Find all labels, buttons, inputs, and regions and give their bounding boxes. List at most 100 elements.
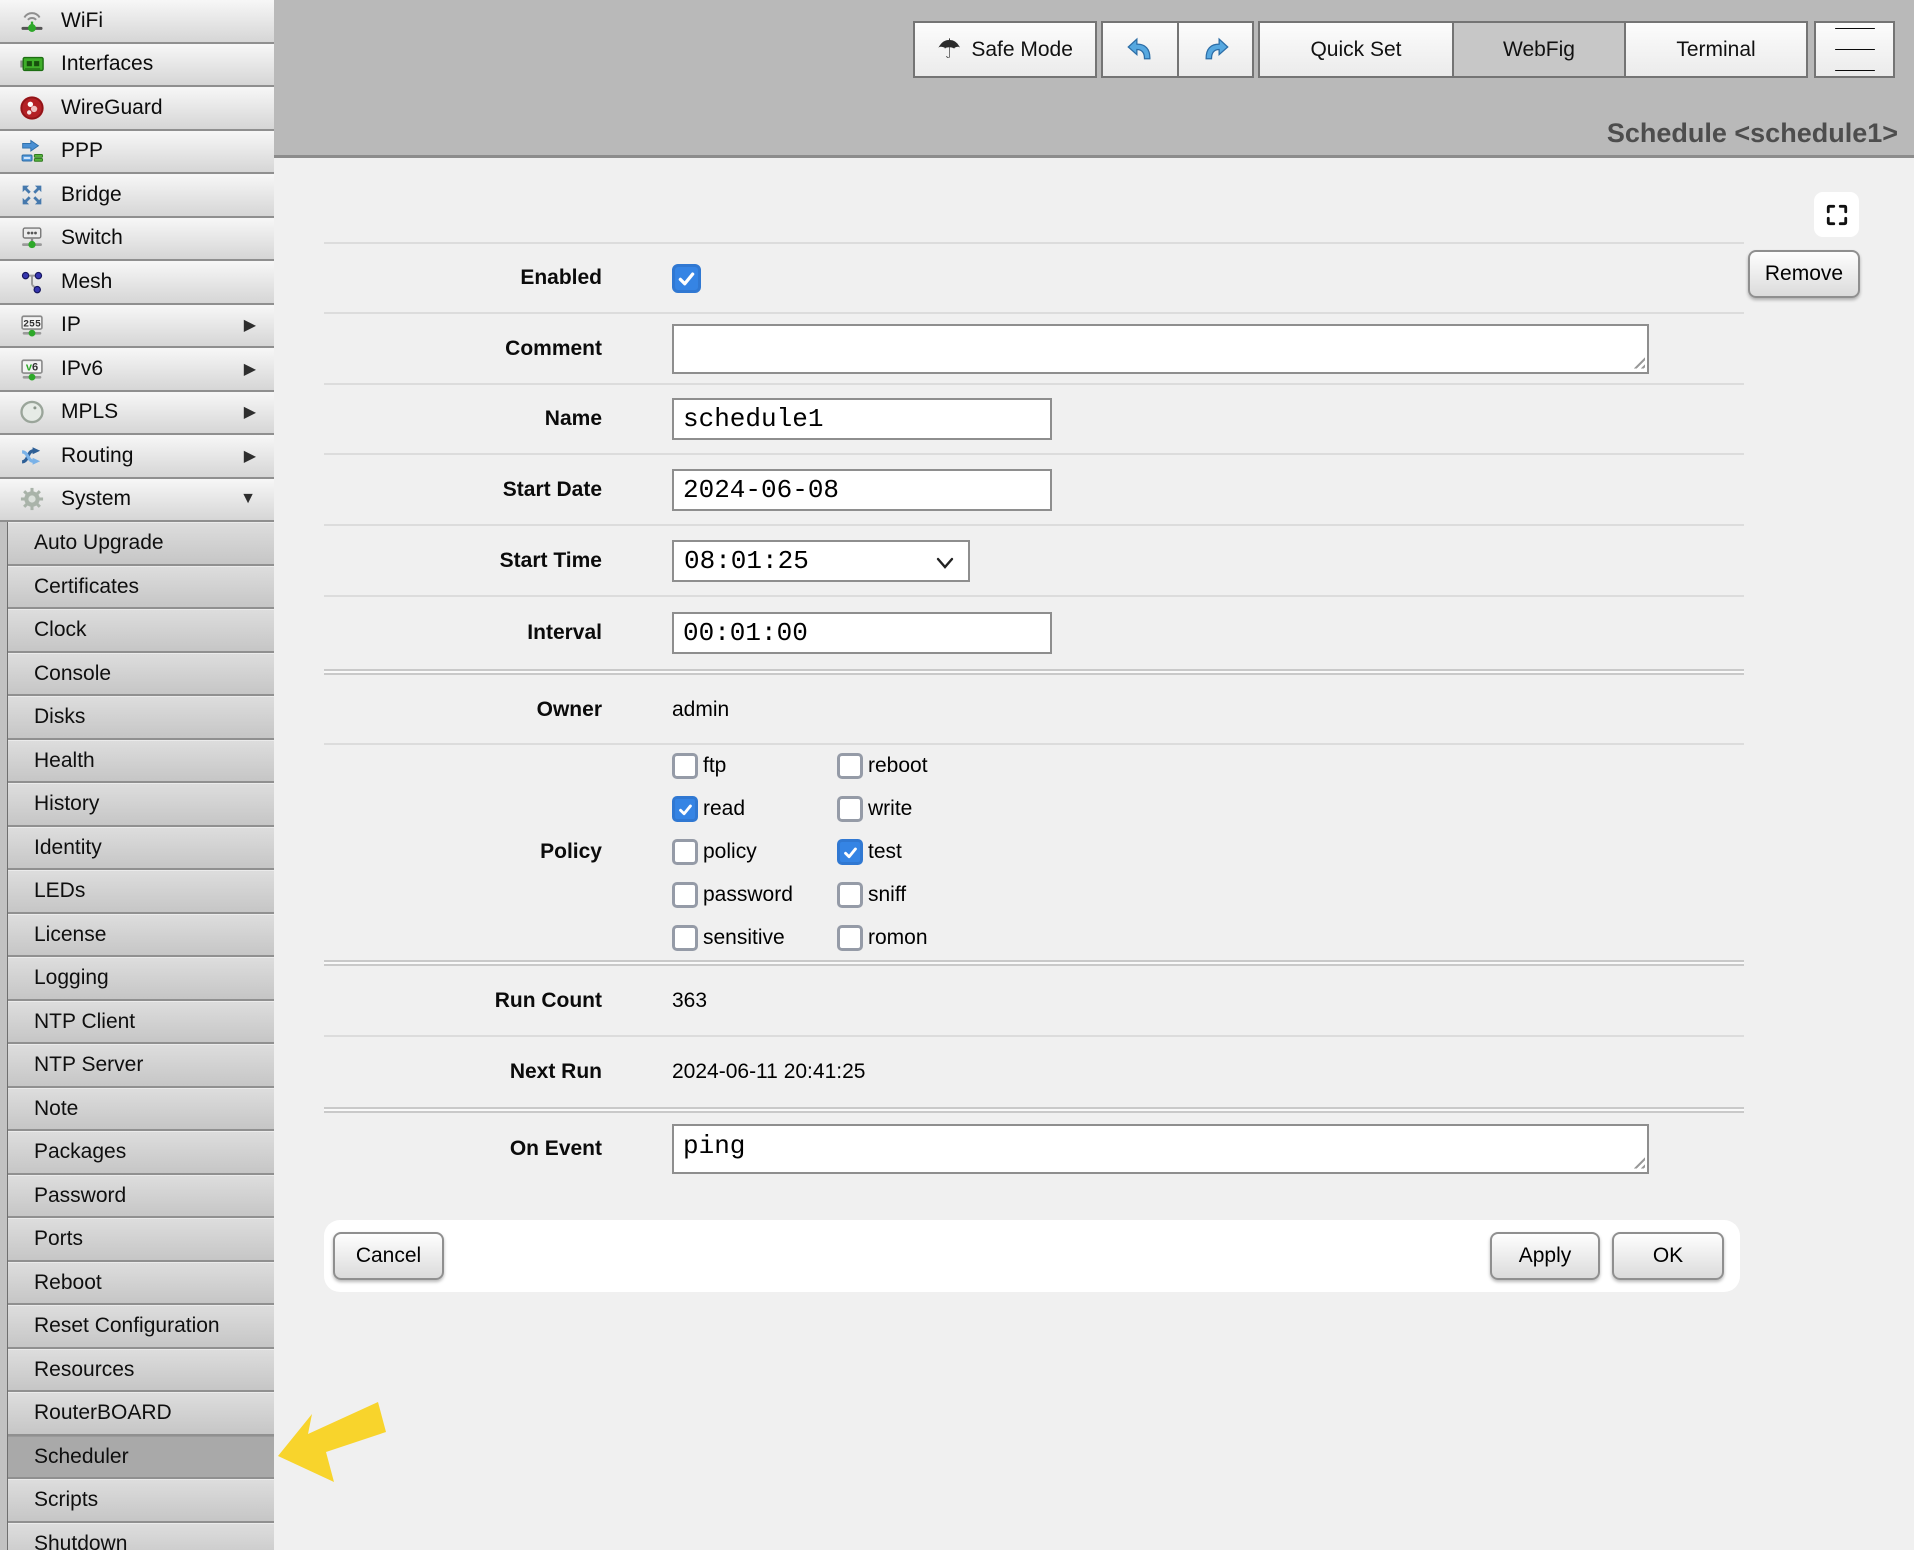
sidebar-item-system[interactable]: System ▼ (0, 479, 274, 523)
section-separator (324, 669, 1744, 675)
policy-romon[interactable]: romon (837, 925, 928, 951)
romon-checkbox[interactable] (837, 925, 863, 951)
sidebar-item-logging[interactable]: Logging (8, 957, 274, 1001)
name-input[interactable] (672, 398, 1052, 440)
sniff-checkbox[interactable] (837, 882, 863, 908)
tab-quick-set[interactable]: Quick Set (1258, 21, 1454, 78)
policy-password[interactable]: password (672, 882, 837, 908)
test-checkbox[interactable] (837, 839, 863, 865)
wifi-icon (16, 5, 48, 37)
write-checkbox[interactable] (837, 796, 863, 822)
name-label: Name (324, 407, 602, 431)
page-title: Schedule <schedule1> (1607, 118, 1898, 149)
sidebar-item-reset-configuration[interactable]: Reset Configuration (8, 1305, 274, 1349)
ip-icon: 255 (16, 309, 48, 341)
section-separator (324, 960, 1744, 966)
owner-value: admin (672, 698, 729, 722)
enabled-checkbox[interactable] (672, 264, 701, 293)
sidebar-item-password[interactable]: Password (8, 1175, 274, 1219)
apply-button[interactable]: Apply (1490, 1232, 1600, 1280)
sidebar-item-identity[interactable]: Identity (8, 827, 274, 871)
sidebar-item-bridge[interactable]: Bridge (0, 174, 274, 218)
remove-button[interactable]: Remove (1748, 250, 1860, 298)
sidebar-item-certificates[interactable]: Certificates (8, 566, 274, 610)
sidebar-item-health[interactable]: Health (8, 740, 274, 784)
read-checkbox[interactable] (672, 796, 698, 822)
password-checkbox[interactable] (672, 882, 698, 908)
policy-sniff[interactable]: sniff (837, 882, 928, 908)
sidebar-item-scripts[interactable]: Scripts (8, 1479, 274, 1523)
sidebar-item-clock[interactable]: Clock (8, 609, 274, 653)
sidebar-item-mpls[interactable]: MPLS ▶ (0, 392, 274, 436)
owner-row: Owner admin (324, 676, 1744, 743)
cancel-button[interactable]: Cancel (333, 1232, 444, 1280)
cancel-label: Cancel (356, 1244, 421, 1268)
sidebar-item-shutdown[interactable]: Shutdown (8, 1523, 274, 1550)
sidebar-item-ppp[interactable]: PPP (0, 131, 274, 175)
fullscreen-icon (1825, 203, 1849, 227)
sensitive-checkbox[interactable] (672, 925, 698, 951)
interval-input[interactable] (672, 612, 1052, 654)
sidebar-item-wireguard[interactable]: WireGuard (0, 87, 274, 131)
sidebar-item-wifi[interactable]: WiFi (0, 0, 274, 44)
sidebar-item-ports[interactable]: Ports (8, 1218, 274, 1262)
sidebar-item-routing[interactable]: Routing ▶ (0, 435, 274, 479)
sidebar-item-reboot[interactable]: Reboot (8, 1262, 274, 1306)
main-menu-button[interactable] (1814, 21, 1895, 78)
start-date-input[interactable] (672, 469, 1052, 511)
policy-checkbox[interactable] (672, 839, 698, 865)
sidebar-item-note[interactable]: Note (8, 1088, 274, 1132)
gear-icon (16, 483, 48, 515)
sidebar-item-ip[interactable]: 255 IP ▶ (0, 305, 274, 349)
policy-label-text: read (703, 797, 745, 821)
owner-label: Owner (324, 698, 602, 722)
ok-button[interactable]: OK (1612, 1232, 1724, 1280)
undo-arrow-icon (1125, 35, 1155, 65)
policy-policy[interactable]: policy (672, 839, 837, 865)
sidebar-item-history[interactable]: History (8, 783, 274, 827)
tab-terminal[interactable]: Terminal (1624, 21, 1808, 78)
undo-button[interactable] (1101, 21, 1179, 78)
policy-read[interactable]: read (672, 796, 837, 822)
redo-button[interactable] (1177, 21, 1254, 78)
sidebar-item-interfaces[interactable]: Interfaces (0, 44, 274, 88)
start-time-select[interactable]: 08:01:25 (672, 540, 970, 582)
sidebar-item-ipv6[interactable]: v6 IPv6 ▶ (0, 348, 274, 392)
comment-textarea[interactable] (672, 324, 1649, 374)
sidebar-item-packages[interactable]: Packages (8, 1131, 274, 1175)
expand-arrow: ▶ (244, 446, 262, 466)
sidebar-item-scheduler[interactable]: Scheduler (8, 1436, 274, 1480)
redo-arrow-icon (1201, 35, 1231, 65)
sidebar-item-disks[interactable]: Disks (8, 696, 274, 740)
sidebar-item-leds[interactable]: LEDs (8, 870, 274, 914)
sidebar-item-switch[interactable]: Switch (0, 218, 274, 262)
tab-webfig[interactable]: WebFig (1452, 21, 1626, 78)
policy-label-text: password (703, 883, 793, 907)
sidebar-item-auto-upgrade[interactable]: Auto Upgrade (8, 522, 274, 566)
sidebar-item-resources[interactable]: Resources (8, 1349, 274, 1393)
ftp-checkbox[interactable] (672, 753, 698, 779)
sidebar-item-license[interactable]: License (8, 914, 274, 958)
policy-reboot[interactable]: reboot (837, 753, 928, 779)
bridge-icon (16, 179, 48, 211)
sidebar-item-console[interactable]: Console (8, 653, 274, 697)
sidebar-item-label: Mesh (61, 270, 112, 294)
policy-ftp[interactable]: ftp (672, 753, 837, 779)
reboot-checkbox[interactable] (837, 753, 863, 779)
sidebar-item-mesh[interactable]: Mesh (0, 261, 274, 305)
comment-label: Comment (324, 337, 602, 361)
on-event-textarea[interactable]: ping (672, 1124, 1649, 1174)
policy-sensitive[interactable]: sensitive (672, 925, 837, 951)
sidebar-item-routerboard[interactable]: RouterBOARD (8, 1392, 274, 1436)
fullscreen-button[interactable] (1814, 192, 1859, 237)
sidebar-item-ntp-server[interactable]: NTP Server (8, 1044, 274, 1088)
umbrella-icon: ☂ (937, 36, 961, 63)
sidebar-item-ntp-client[interactable]: NTP Client (8, 1001, 274, 1045)
safe-mode-button[interactable]: ☂ Safe Mode (913, 21, 1097, 78)
policy-write[interactable]: write (837, 796, 928, 822)
policy-test[interactable]: test (837, 839, 928, 865)
webfig-label: WebFig (1503, 38, 1575, 62)
quick-set-label: Quick Set (1310, 38, 1401, 62)
apply-label: Apply (1519, 1244, 1572, 1268)
policy-label-text: romon (868, 926, 928, 950)
